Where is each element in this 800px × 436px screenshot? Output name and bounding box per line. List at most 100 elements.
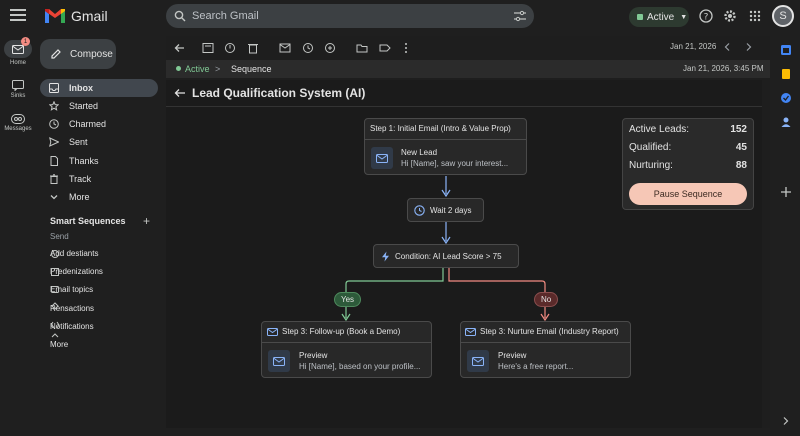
condition-label: Condition: AI Lead Score > 75: [395, 251, 502, 261]
contacts-icon[interactable]: [780, 116, 792, 128]
sidebar-item-label: Sent: [69, 137, 88, 147]
step1-title: Step 1: Initial Email (Intro & Value Pro…: [370, 124, 511, 133]
stat-value: 45: [735, 142, 747, 153]
condition-node[interactable]: Condition: AI Lead Score > 75: [373, 244, 519, 268]
smart-item-icons: [50, 250, 60, 338]
menu-icon[interactable]: [10, 8, 26, 22]
breadcrumb-date: Jan 21, 2026, 3:45 PM: [683, 64, 764, 73]
meet-icon: [11, 114, 25, 124]
sidebar-item-label: Started: [69, 101, 99, 111]
sidebar-item-sent[interactable]: Sent: [40, 133, 158, 151]
stat-qualified: Qualified: 45: [629, 142, 747, 153]
rail-item-home[interactable]: 1 Home: [0, 37, 36, 66]
breadcrumb-sequence[interactable]: Sequence: [231, 64, 272, 74]
rail-item-chat[interactable]: Sinks: [0, 80, 36, 99]
chat-icon: [12, 80, 24, 91]
help-icon[interactable]: ?: [699, 9, 713, 23]
svg-text:?: ?: [704, 13, 709, 23]
send-icon: [49, 137, 59, 147]
step3-followup-title: Step 3: Follow-up (Book a Demo): [282, 327, 401, 336]
stat-label: Qualified:: [629, 142, 672, 153]
clock-icon: [49, 119, 59, 129]
smart-sequences-heading: Smart Sequences: [50, 216, 126, 226]
gear-icon[interactable]: [723, 9, 737, 23]
sidebar-item-label: More: [69, 192, 90, 202]
mail-icon: [465, 327, 476, 336]
stat-active-leads: Active Leads: 152: [629, 124, 747, 135]
sidebar-item-label: Inbox: [69, 83, 93, 93]
apps-grid-icon[interactable]: [749, 10, 761, 22]
caret-down-icon: ▼: [680, 13, 688, 21]
sidebar-item-drafts[interactable]: Thanks: [40, 152, 158, 170]
sidebar-item-label: Track: [69, 174, 92, 184]
step3-followup-preview-title: Preview: [299, 351, 328, 360]
search-icon[interactable]: [174, 10, 186, 22]
step1-preview-title: New Lead: [401, 148, 438, 157]
sidebar-item-inbox[interactable]: Inbox: [40, 79, 158, 97]
sidebar-item-label: Charmed: [69, 119, 107, 129]
wait-label: Wait 2 days: [430, 205, 472, 215]
status-dropdown[interactable]: Active ▼: [629, 7, 689, 27]
smart-item-label: More: [50, 340, 69, 349]
step3-nurture-preview-title: Preview: [498, 351, 527, 360]
mail-icon: [268, 350, 290, 372]
wait-node[interactable]: Wait 2 days: [407, 198, 484, 222]
chevron-down-icon: [49, 192, 59, 202]
pager-icons[interactable]: [722, 42, 754, 52]
compose-button[interactable]: Compose: [40, 39, 116, 69]
yes-branch-tag: Yes: [334, 292, 362, 307]
sidebar-item-starred[interactable]: Started: [40, 97, 158, 115]
sidebar-item-trash[interactable]: Track: [40, 170, 158, 188]
mail-icon: [12, 44, 24, 54]
smart-item-send[interactable]: Send: [50, 232, 69, 241]
step3-followup-header: Step 3: Follow-up (Book a Demo): [267, 327, 400, 336]
message-toolbar[interactable]: [174, 42, 414, 54]
step3-nurture-header: Step 3: Nurture Email (Industry Report): [465, 327, 619, 336]
status-label: Active: [647, 11, 675, 23]
stat-nurturing: Nurturing: 88: [629, 160, 747, 171]
clock-icon: [414, 204, 425, 216]
chevron-right-icon[interactable]: [781, 416, 791, 426]
smart-item-more[interactable]: More: [50, 340, 68, 349]
search-input[interactable]: [192, 6, 492, 26]
breadcrumb-separator: >: [215, 64, 221, 74]
search-options-icon[interactable]: [514, 10, 526, 22]
keep-icon[interactable]: [780, 68, 792, 80]
top-bar: Gmail Active ▼ ? S: [0, 0, 800, 34]
add-addon-icon[interactable]: [780, 186, 792, 198]
active-status-icon: [176, 66, 181, 71]
draft-icon: [49, 156, 59, 166]
pause-sequence-button[interactable]: Pause Sequence: [629, 183, 747, 205]
calendar-icon[interactable]: [780, 44, 792, 56]
sidebar-item-more[interactable]: More: [40, 188, 158, 206]
add-sequence-icon[interactable]: +: [143, 215, 150, 227]
rail-label-chat: Sinks: [10, 93, 26, 99]
account-avatar[interactable]: S: [772, 5, 794, 27]
no-branch-tag: No: [534, 292, 559, 307]
rail-item-messages[interactable]: Messages: [0, 114, 36, 132]
star-icon: [49, 101, 59, 111]
rail-label-home: Home: [9, 60, 26, 66]
lightning-icon: [382, 251, 389, 261]
tasks-icon[interactable]: [780, 92, 792, 104]
step3-nurture-title: Step 3: Nurture Email (Industry Report): [480, 327, 619, 336]
mail-icon: [467, 350, 489, 372]
step1-divider: [364, 139, 527, 140]
step3-followup-preview-body: Hi [Name], based on your profile...: [299, 362, 421, 371]
compose-label: Compose: [70, 48, 113, 60]
inbox-icon: [49, 83, 59, 93]
gmail-logo[interactable]: Gmail: [44, 8, 108, 24]
stat-value: 152: [730, 124, 747, 135]
toolbar-date: Jan 21, 2026: [670, 42, 717, 51]
step3-followup-divider: [261, 342, 432, 343]
step1-preview-body: Hi [Name], saw your interest...: [401, 159, 509, 168]
smart-item-label: Send: [50, 232, 69, 241]
app-name: Gmail: [71, 8, 108, 24]
status-dot-icon: [637, 14, 643, 20]
sidebar-item-snoozed[interactable]: Charmed: [40, 115, 158, 133]
stat-label: Nurturing:: [629, 160, 673, 171]
breadcrumb-status[interactable]: Active: [185, 64, 210, 74]
gmail-m-icon: [45, 9, 65, 23]
sidebar-item-label: Thanks: [69, 156, 99, 166]
trash-icon: [49, 174, 59, 184]
